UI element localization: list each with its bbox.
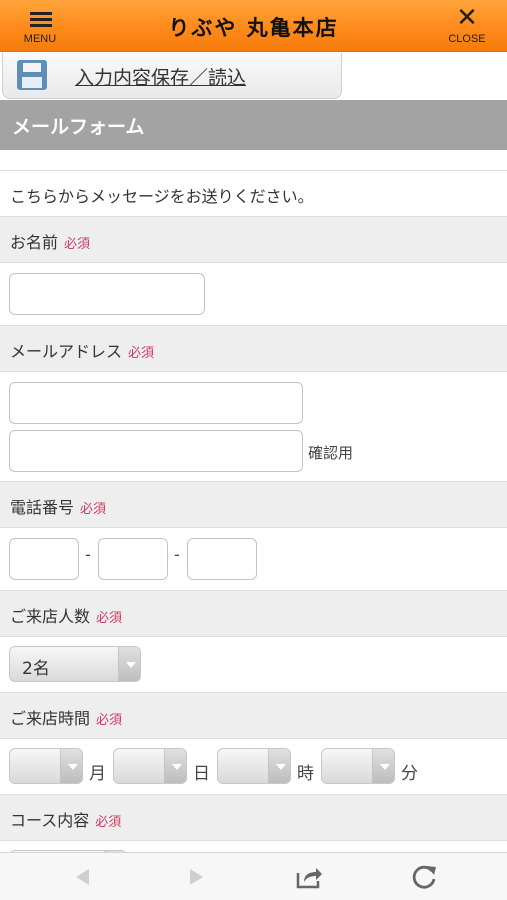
chevron-down-icon (268, 749, 290, 783)
day-unit: 日 (193, 764, 210, 784)
email-input-row: 確認用 (0, 372, 507, 482)
share-button[interactable] (294, 863, 324, 891)
phone-part2-input[interactable] (98, 538, 168, 580)
name-label-row: お名前 必須 (0, 217, 507, 263)
required-badge: 必須 (96, 611, 123, 626)
party-size-select[interactable]: 2名 (9, 646, 141, 682)
phone-part3-input[interactable] (187, 538, 257, 580)
chevron-down-icon (60, 749, 82, 783)
phone-part1-input[interactable] (9, 538, 79, 580)
email-confirm-label: 確認用 (308, 444, 354, 462)
name-label: お名前 (10, 233, 59, 252)
mail-form: こちらからメッセージをお送りください。 お名前 必須 メールアドレス 必須 確認用 … (0, 170, 507, 886)
form-title: メールフォーム (12, 116, 145, 138)
email-label-row: メールアドレス 必須 (0, 326, 507, 372)
forward-arrow-icon (190, 869, 203, 885)
required-badge: 必須 (64, 237, 91, 252)
reload-button[interactable] (410, 863, 440, 891)
required-badge: 必須 (80, 502, 107, 517)
party-size-value: 2名 (22, 659, 50, 679)
phone-label: 電話番号 (10, 498, 75, 517)
form-title-bar: メールフォーム (0, 100, 507, 150)
back-button[interactable] (68, 863, 98, 891)
app-header: MENU りぶや 丸亀本店 ✕ CLOSE (0, 0, 507, 52)
email-input[interactable] (9, 382, 303, 424)
required-badge: 必須 (95, 815, 122, 830)
email-label: メールアドレス (10, 342, 123, 361)
email-confirm-input[interactable] (9, 430, 303, 472)
visit-day-select[interactable] (113, 748, 187, 784)
save-load-link[interactable]: 入力内容保存／読込 (75, 63, 246, 90)
phone-separator: - (174, 545, 180, 564)
share-icon (296, 868, 322, 889)
visit-time-label-row: ご来店時間 必須 (0, 693, 507, 739)
visit-month-select[interactable] (9, 748, 83, 784)
month-unit: 月 (89, 764, 106, 784)
close-label: CLOSE (448, 33, 486, 45)
close-icon: ✕ (456, 3, 478, 33)
name-input[interactable] (9, 273, 205, 315)
chevron-down-icon (372, 749, 394, 783)
form-intro: こちらからメッセージをお送りください。 (0, 171, 507, 217)
visit-time-input-row: 月 日 時 分 (0, 739, 507, 795)
visit-minute-select[interactable] (321, 748, 395, 784)
phone-separator: - (85, 545, 91, 564)
reload-icon (412, 865, 436, 889)
browser-toolbar (0, 852, 507, 900)
chevron-down-icon (118, 647, 140, 681)
chevron-down-icon (164, 749, 186, 783)
visit-hour-select[interactable] (217, 748, 291, 784)
save-load-tab[interactable]: 入力内容保存／読込 (2, 53, 342, 99)
course-label-row: コース内容 必須 (0, 795, 507, 841)
shop-title: りぶや 丸亀本店 (168, 15, 339, 40)
course-label: コース内容 (10, 811, 90, 830)
menu-button[interactable]: MENU (10, 6, 70, 48)
party-size-label: ご来店人数 (10, 607, 91, 626)
forward-button[interactable] (181, 863, 211, 891)
minute-unit: 分 (401, 764, 418, 784)
phone-input-row: - - (0, 528, 507, 591)
menu-label: MENU (23, 33, 57, 45)
floppy-disk-icon (17, 60, 47, 90)
phone-label-row: 電話番号 必須 (0, 482, 507, 528)
visit-time-label: ご来店時間 (10, 709, 91, 728)
party-size-label-row: ご来店人数 必須 (0, 591, 507, 637)
hour-unit: 時 (297, 764, 314, 784)
required-badge: 必須 (96, 713, 123, 728)
required-badge: 必須 (128, 346, 155, 361)
close-button[interactable]: ✕ CLOSE (437, 3, 497, 48)
back-arrow-icon (76, 869, 89, 885)
hamburger-icon (30, 12, 52, 28)
party-size-input-row: 2名 (0, 637, 507, 693)
name-input-row (0, 263, 507, 326)
